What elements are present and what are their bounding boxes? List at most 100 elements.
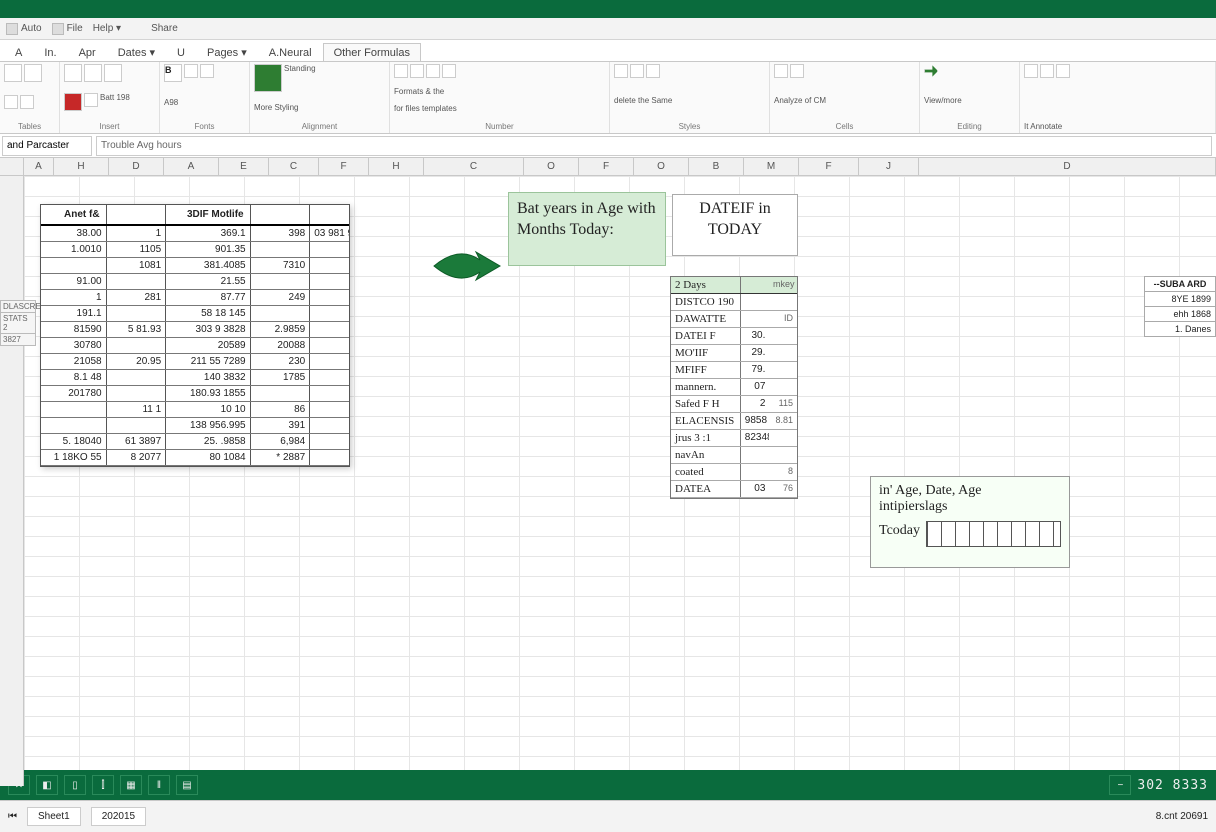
ribbon-button[interactable] (64, 64, 82, 82)
cell[interactable] (106, 338, 166, 353)
table-row[interactable]: MO'IIF29. (671, 345, 797, 362)
cell[interactable]: 03 981 90 (309, 226, 349, 241)
ribbon-button[interactable] (410, 64, 424, 78)
cell[interactable]: 8 2077 (106, 450, 166, 465)
cell[interactable]: 5 81.93 (106, 322, 166, 337)
ribbon-button[interactable] (200, 64, 214, 78)
ribbon-button[interactable] (4, 95, 18, 109)
cell[interactable]: 1 (41, 290, 106, 305)
ribbon-button[interactable] (630, 64, 644, 78)
cell[interactable] (41, 402, 106, 417)
cell[interactable]: 86 (250, 402, 310, 417)
table-row[interactable]: 30780 2058920088 (41, 338, 349, 354)
cell[interactable] (106, 386, 166, 401)
cell[interactable]: * 2887 (250, 450, 310, 465)
formula-bar[interactable] (96, 136, 1212, 156)
cell[interactable] (309, 338, 349, 353)
cell[interactable]: DATEA (671, 481, 740, 497)
cell[interactable]: 369.1 (165, 226, 249, 241)
cell[interactable] (41, 258, 106, 273)
merge-icon[interactable] (254, 64, 282, 92)
qat-item[interactable]: Share (151, 23, 178, 34)
table-row[interactable]: DATEA0376 (671, 481, 797, 498)
cell[interactable]: ehh 1868 (1144, 306, 1216, 322)
column-header[interactable]: H (369, 158, 424, 175)
cell[interactable]: DISTCO 190 (671, 294, 740, 310)
column-header[interactable]: D (109, 158, 164, 175)
table-row[interactable]: 2105820.95211 55 7289230 (41, 354, 349, 370)
column-header[interactable]: J (859, 158, 919, 175)
ribbon-button[interactable] (1024, 64, 1038, 78)
fill-color-icon[interactable] (64, 93, 82, 111)
cell[interactable]: 230 (250, 354, 310, 369)
cell[interactable] (769, 447, 797, 463)
cell[interactable]: 20088 (250, 338, 310, 353)
tab[interactable]: Dates ▾ (107, 42, 166, 61)
cell[interactable]: ELACENSIS (671, 413, 740, 429)
table-row[interactable]: 201780180.93 1855 (41, 386, 349, 402)
column-header[interactable]: C (269, 158, 319, 175)
table-row[interactable]: DISTCO 190 (671, 294, 797, 311)
cell[interactable]: 30780 (41, 338, 106, 353)
table-row[interactable]: MFIFF79. (671, 362, 797, 379)
qat-item[interactable]: File (52, 23, 83, 35)
cell[interactable] (309, 402, 349, 417)
cell[interactable] (250, 306, 310, 321)
cell[interactable] (309, 354, 349, 369)
cell[interactable] (740, 464, 770, 480)
statusbar-button[interactable]: ‖ (148, 775, 170, 795)
column-header[interactable]: E (219, 158, 269, 175)
cell[interactable] (309, 242, 349, 257)
cell[interactable]: 7310 (250, 258, 310, 273)
column-header[interactable]: O (524, 158, 579, 175)
sheet-tab[interactable]: Sheet1 (27, 807, 81, 826)
table-row[interactable]: jrus 3 :182348 (671, 430, 797, 447)
table-row[interactable]: 1 18KO 558 207780 1084* 2887 (41, 450, 349, 466)
cell[interactable]: 11 1 (106, 402, 166, 417)
cell[interactable] (250, 242, 310, 257)
column-header[interactable]: F (319, 158, 369, 175)
cell[interactable]: 20589 (165, 338, 249, 353)
cell[interactable]: 1. Danes (1144, 321, 1216, 337)
nav-first-icon[interactable]: ⏮ (8, 811, 17, 822)
cell[interactable] (309, 418, 349, 433)
table-row[interactable]: coated8 (671, 464, 797, 481)
cell[interactable]: 30. (740, 328, 770, 344)
cell[interactable]: 21.55 (165, 274, 249, 289)
table-row[interactable]: 1081381.40857310 (41, 258, 349, 274)
cell[interactable]: 1.0010 (41, 242, 106, 257)
cell[interactable]: 5. 18040 (41, 434, 106, 449)
cell[interactable] (309, 258, 349, 273)
cell[interactable]: MFIFF (671, 362, 740, 378)
table-row[interactable]: DAWATTEID (671, 311, 797, 328)
cell[interactable]: 38.00 (41, 226, 106, 241)
table-row[interactable]: ELACENSIS98588.81 (671, 413, 797, 430)
column-header[interactable]: F (579, 158, 634, 175)
tab[interactable]: A.Neural (258, 43, 323, 61)
cell[interactable]: 191.1 (41, 306, 106, 321)
select-all-corner[interactable] (0, 158, 24, 175)
column-header[interactable]: H (54, 158, 109, 175)
cell[interactable]: DATEI F (671, 328, 740, 344)
tab[interactable]: In. (33, 43, 67, 61)
cell[interactable]: 25. .9858 (165, 434, 249, 449)
cell[interactable]: 1 18KO 55 (41, 450, 106, 465)
ribbon-button[interactable] (24, 64, 42, 82)
cell[interactable]: 10 10 (165, 402, 249, 417)
ribbon-button[interactable] (184, 64, 198, 78)
cell[interactable] (769, 379, 797, 395)
column-header[interactable]: M (744, 158, 799, 175)
cell[interactable] (309, 370, 349, 385)
column-header[interactable]: A (164, 158, 219, 175)
cell[interactable]: 81590 (41, 322, 106, 337)
cell[interactable]: 58 18 145 (165, 306, 249, 321)
ribbon-button[interactable] (84, 64, 102, 82)
sheet-tab[interactable]: 202015 (91, 807, 146, 826)
statusbar-button[interactable]: ▦ (120, 775, 142, 795)
zoom-out-icon[interactable]: − (1109, 775, 1131, 795)
cell[interactable] (41, 418, 106, 433)
cell[interactable]: 29. (740, 345, 770, 361)
ribbon-button[interactable] (790, 64, 804, 78)
cell[interactable] (106, 370, 166, 385)
qat-item[interactable]: Help ▾ (93, 23, 121, 34)
